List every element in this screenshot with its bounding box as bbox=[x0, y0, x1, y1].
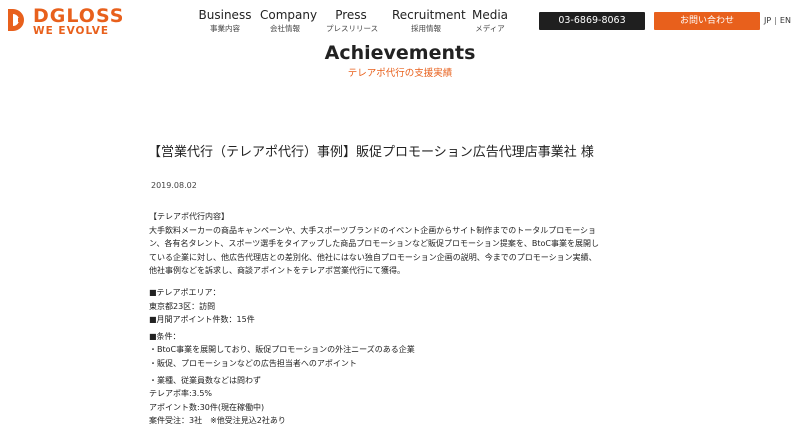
nav-label-en: Business bbox=[198, 8, 252, 22]
body-line: ・販促、プロモーションなどの広告担当者へのアポイント bbox=[149, 358, 357, 368]
body-line: ・BtoC事業を展開しており、販促プロモーションの外注ニーズのある企業 bbox=[149, 345, 415, 355]
body-line: 大手飲料メーカーの商品キャンペーンや、大手スポーツブランドのイベント企画からサイ… bbox=[149, 225, 597, 235]
phone-button[interactable]: 03-6869-8063 bbox=[539, 12, 645, 30]
site-logo[interactable]: DGLOSS WE EVOLVE bbox=[6, 5, 146, 37]
nav-label-ja: プレスリリース bbox=[326, 24, 379, 33]
nav-label-ja: 採用情報 bbox=[411, 24, 441, 33]
body-line: 案件受注：3社 ※他受注見込2社あり bbox=[149, 416, 286, 426]
body-line: 【テレアポ代行内容】 bbox=[149, 212, 229, 221]
nav-item-media[interactable]: Media メディア bbox=[470, 8, 510, 34]
section-title: Achievements bbox=[324, 42, 476, 64]
body-line: 他社事例などを訴求し、商談アポイントをテレアポ営業代行にて獲得。 bbox=[149, 266, 405, 276]
body-line: アポイント数:30件(現在稼働中) bbox=[149, 402, 265, 412]
body-line: ・業種、従業員数などは問わず bbox=[149, 375, 261, 385]
logo-wordmark: DGLOSS bbox=[33, 5, 125, 27]
nav-label-en: Press bbox=[335, 8, 367, 22]
body-line: テレアポ率:3.5% bbox=[149, 389, 213, 399]
nav-item-press[interactable]: Press プレスリリース bbox=[326, 8, 379, 34]
nav-item-business[interactable]: Business 事業内容 bbox=[198, 8, 252, 34]
body-line: ている企業に対し、他広告代理店との差別化、他社にはない独自プロモーション企画の説… bbox=[149, 252, 597, 262]
language-switcher: JP | EN bbox=[764, 14, 791, 28]
body-line: 東京都23区：訪問 bbox=[149, 301, 216, 311]
nav-label-ja: 会社情報 bbox=[270, 24, 300, 33]
contact-button[interactable]: お問い合わせ bbox=[654, 12, 760, 30]
lang-separator: | bbox=[774, 16, 777, 25]
nav-item-recruitment[interactable]: Recruitment 採用情報 bbox=[392, 8, 466, 34]
article-title: 【営業代行（テレアポ代行）事例】販促プロモーション広告代理店事業社 様 bbox=[148, 145, 594, 160]
section-subtitle: テレアポ代行の支援実績 bbox=[347, 68, 453, 79]
nav-label-en: Recruitment bbox=[392, 8, 466, 22]
nav-label-ja: メディア bbox=[475, 24, 505, 33]
nav-label-en: Company bbox=[260, 8, 318, 22]
article-date: 2019.08.02 bbox=[151, 181, 197, 190]
body-line: ン、各有名タレント、スポーツ選手をタイアップした商品プロモーションなど販促プロモ… bbox=[149, 239, 599, 249]
lang-jp-link[interactable]: JP bbox=[764, 14, 771, 28]
dgloss-logo-icon bbox=[8, 9, 24, 31]
article-body: 【テレアポ代行内容】 大手飲料メーカーの商品キャンペーンや、大手スポーツブランド… bbox=[149, 210, 669, 428]
body-line: ■テレアポエリア： bbox=[149, 287, 221, 297]
nav-label-ja: 事業内容 bbox=[210, 24, 240, 33]
lang-en-link[interactable]: EN bbox=[780, 14, 791, 28]
body-line: ■月間アポイント件数：15件 bbox=[149, 315, 255, 325]
nav-item-company[interactable]: Company 会社情報 bbox=[260, 8, 318, 34]
logo-tagline: WE EVOLVE bbox=[33, 25, 109, 37]
nav-label-en: Media bbox=[471, 8, 509, 22]
site-header: DGLOSS WE EVOLVE Business 事業内容 Company 会… bbox=[0, 0, 800, 42]
body-line: ■条件： bbox=[149, 331, 181, 341]
